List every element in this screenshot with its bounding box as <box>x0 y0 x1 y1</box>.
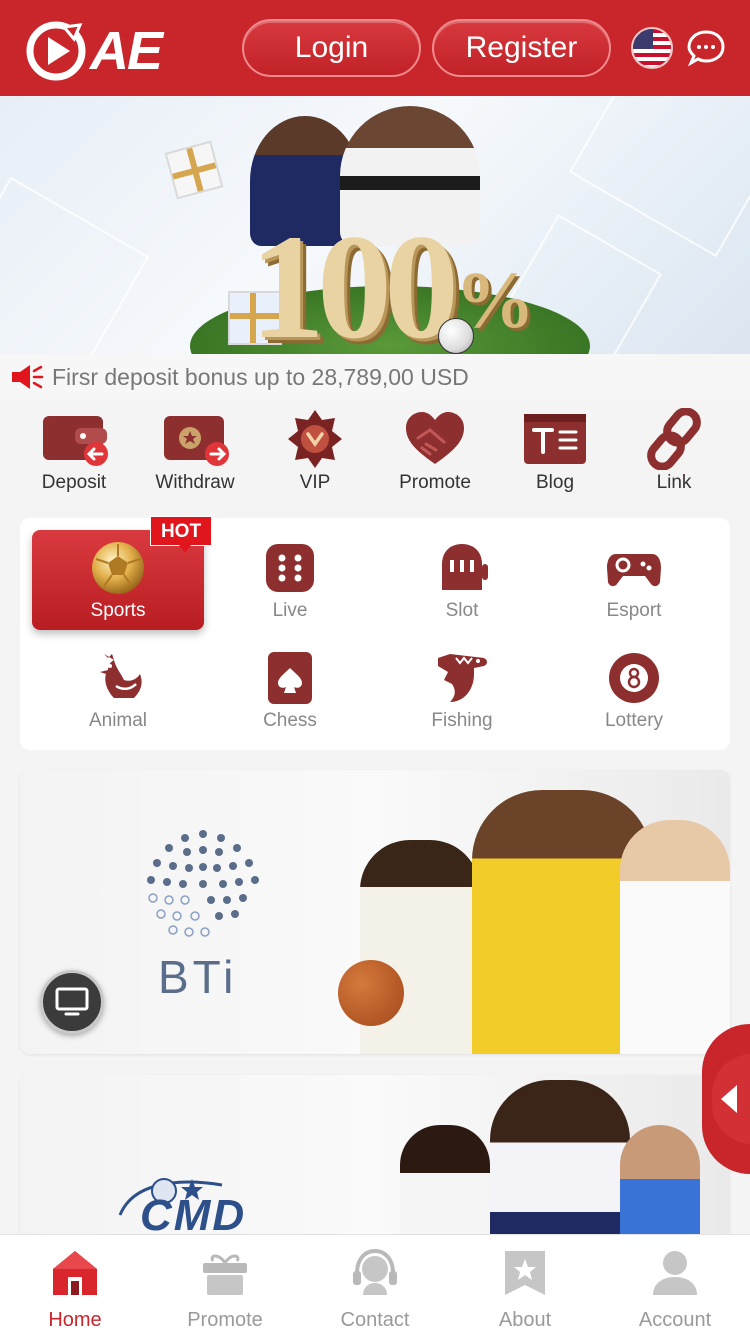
fullscreen-button[interactable] <box>40 970 104 1034</box>
athlete-image <box>400 1125 490 1245</box>
ae-logo[interactable]: AE <box>24 18 174 84</box>
nav-about[interactable]: About <box>450 1235 600 1334</box>
vip-badge-icon <box>288 410 342 468</box>
category-fishing[interactable]: Fishing <box>376 640 548 740</box>
quick-action-vip[interactable]: VIP <box>255 402 375 502</box>
megaphone-icon <box>12 365 44 389</box>
category-lottery[interactable]: Lottery <box>548 640 720 740</box>
quick-action-blog[interactable]: Blog <box>495 402 615 502</box>
us-flag-icon[interactable] <box>631 27 673 69</box>
link-icon <box>647 408 701 470</box>
athlete-image <box>490 1080 630 1245</box>
gamepad-icon <box>607 554 661 587</box>
banner-decoration <box>0 176 150 354</box>
side-drawer-toggle[interactable] <box>702 1024 750 1174</box>
dice-icon <box>266 544 314 592</box>
nav-account[interactable]: Account <box>600 1235 750 1334</box>
basketball-icon <box>338 960 404 1026</box>
category-animal[interactable]: Animal <box>32 640 204 740</box>
slot-machine-icon <box>442 544 488 590</box>
bonus-headline: 100 <box>250 204 459 354</box>
quick-action-link[interactable]: Link <box>614 402 734 502</box>
soccer-ball-icon <box>438 318 474 354</box>
hot-badge: HOT <box>150 516 212 553</box>
user-icon <box>653 1251 697 1295</box>
nav-contact[interactable]: Contact <box>300 1235 450 1334</box>
category-live[interactable]: Live <box>204 530 376 630</box>
game-category-grid: Sports HOT Live Slot Esport Animal Chess… <box>20 516 730 750</box>
handshake-icon <box>406 412 464 464</box>
logo-mark-icon <box>26 21 86 81</box>
home-icon <box>53 1251 97 1295</box>
wallet-in-icon <box>43 416 108 466</box>
soccer-ball-icon <box>92 542 144 594</box>
bottom-navigation: Home Promote Contact About Account <box>0 1234 750 1334</box>
nav-promote[interactable]: Promote <box>150 1235 300 1334</box>
monitor-icon <box>55 987 89 1016</box>
athlete-image <box>620 820 730 1054</box>
category-sports[interactable]: Sports HOT <box>32 516 212 630</box>
category-slot[interactable]: Slot <box>376 530 548 630</box>
logo-text: AE <box>90 21 163 81</box>
bti-logo-icon <box>147 830 259 937</box>
game-card-cmd[interactable]: CMD <box>20 1075 730 1245</box>
login-button[interactable]: Login <box>242 19 421 77</box>
spade-card-icon <box>268 652 312 704</box>
shark-icon <box>438 654 487 702</box>
register-button[interactable]: Register <box>432 19 611 77</box>
notice-text: Firsr deposit bonus up to 28,789,00 USD <box>52 363 469 390</box>
category-esport[interactable]: Esport <box>548 530 720 630</box>
wallet-out-icon <box>164 416 229 466</box>
chevron-left-icon <box>721 1085 737 1113</box>
provider-name: BTi <box>158 951 238 1003</box>
top-header: AE Login Register <box>0 0 750 96</box>
quick-actions: Deposit Withdraw VIP Promote Blog Link <box>0 402 750 502</box>
athlete-image <box>620 1125 700 1245</box>
quick-action-promote[interactable]: Promote <box>375 402 495 502</box>
lottery-ball-icon <box>609 653 659 703</box>
promo-banner[interactable]: 100 % <box>0 96 750 354</box>
nav-home[interactable]: Home <box>0 1235 150 1334</box>
chat-bubble-icon[interactable] <box>686 28 726 68</box>
quick-action-withdraw[interactable]: Withdraw <box>135 402 255 502</box>
gift-icon <box>203 1254 247 1295</box>
star-badge-icon <box>505 1251 545 1295</box>
game-card-bti[interactable]: BTi <box>20 770 730 1054</box>
banner-decoration <box>568 96 750 258</box>
rooster-icon <box>100 654 142 698</box>
category-chess[interactable]: Chess <box>204 640 376 740</box>
gift-box-icon <box>164 140 224 200</box>
notice-bar[interactable]: Firsr deposit bonus up to 28,789,00 USD <box>0 354 750 400</box>
quick-action-deposit[interactable]: Deposit <box>14 402 134 502</box>
blog-icon <box>524 414 586 464</box>
headset-icon <box>353 1248 397 1295</box>
